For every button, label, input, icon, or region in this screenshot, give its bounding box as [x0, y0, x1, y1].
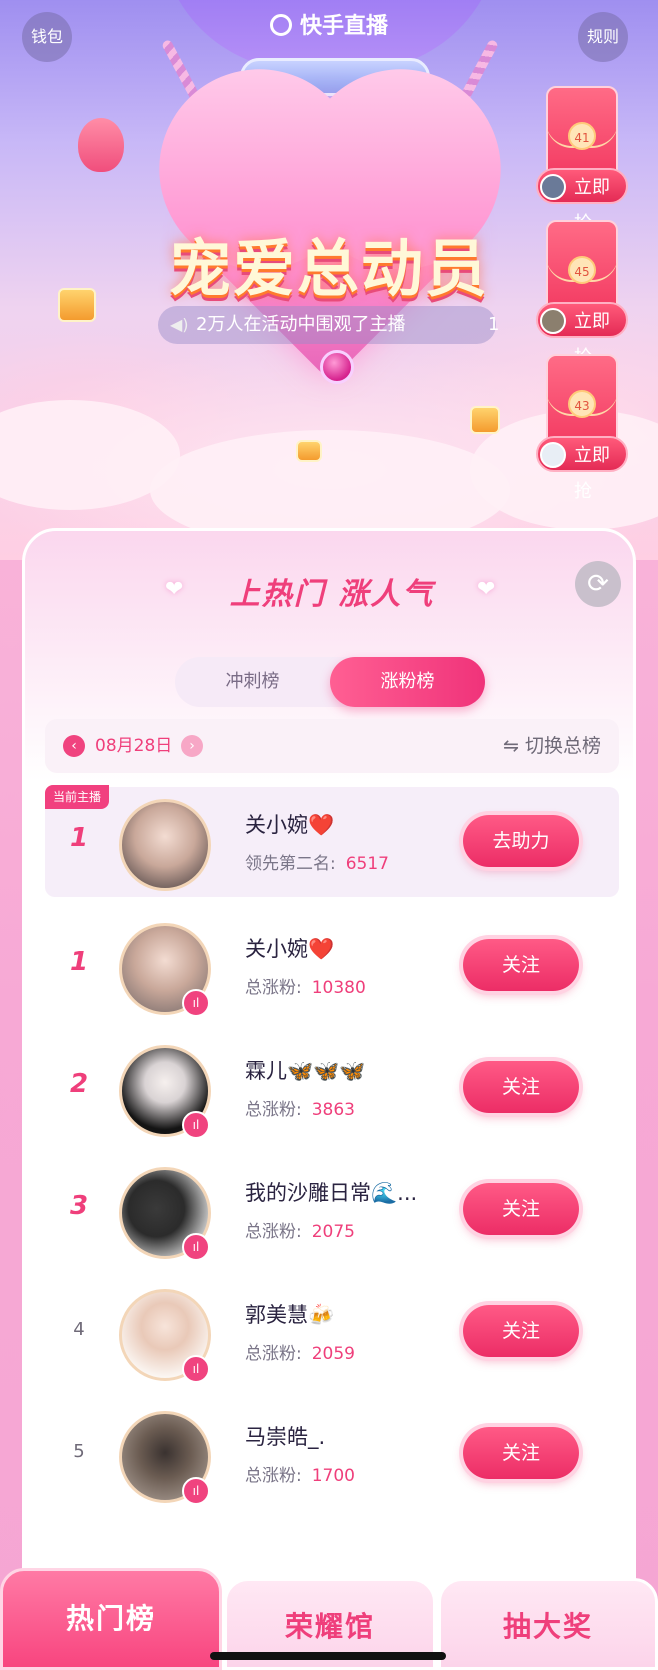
stat-label: 总涨粉:	[245, 1222, 302, 1242]
stat-value: 6517	[345, 854, 389, 874]
anchor-name: 关小婉❤️	[245, 813, 335, 837]
anchor-name: 我的沙雕日常🌊...	[245, 1181, 418, 1205]
chevron-left-icon[interactable]: ‹	[63, 735, 85, 757]
gift-decoration	[470, 406, 500, 434]
grab-button[interactable]: 立即抢	[536, 302, 628, 368]
live-indicator-icon: ıl	[182, 1111, 210, 1139]
follow-button[interactable]: 关注	[463, 1427, 579, 1479]
ticker-next-text: 1	[488, 314, 500, 335]
tab-sprint[interactable]: 冲刺榜	[175, 657, 330, 707]
support-button[interactable]: 去助力	[463, 815, 579, 867]
tab-fans-growth[interactable]: 涨粉榜	[330, 657, 485, 707]
anchor-stat: 总涨粉: 2059	[245, 1339, 355, 1364]
stat-value: 2075	[311, 1222, 355, 1242]
anchor-name: 郭美慧🍻	[245, 1303, 335, 1327]
gem-decoration	[320, 350, 354, 384]
chevron-right-icon[interactable]: ›	[181, 735, 203, 757]
red-packet-count: 43	[568, 390, 596, 418]
ticker-text: 2万人在活动中围观了主播	[196, 314, 406, 335]
red-packet-count: 41	[568, 122, 596, 150]
switch-total-board-link[interactable]: ⇋ 切换总榜	[503, 719, 601, 773]
rank-number: 3	[69, 1191, 89, 1221]
refresh-icon[interactable]: ⟳	[575, 561, 621, 607]
avatar	[540, 174, 566, 200]
list-item: 4 ıl 郭美慧🍻 总涨粉: 2059 关注	[45, 1277, 619, 1387]
kuaishou-logo-icon	[269, 14, 292, 36]
date-text: 08月28日	[95, 736, 173, 756]
anchor-name: 关小婉❤️	[245, 937, 335, 961]
avatar[interactable]	[119, 799, 211, 891]
app-title: 快手直播	[0, 8, 658, 40]
stat-value: 10380	[311, 978, 366, 998]
board-title: 上热门 涨人气	[229, 577, 435, 612]
rules-button[interactable]: 规则	[578, 12, 628, 62]
follow-button[interactable]: 关注	[463, 1061, 579, 1113]
live-indicator-icon: ıl	[182, 1233, 210, 1261]
rank-number: 5	[73, 1441, 85, 1462]
red-packet-2[interactable]: 45 立即抢	[536, 220, 628, 368]
heart-icon: ❤	[477, 577, 496, 602]
viewers-ticker: ◀) 2万人在活动中围观了主播	[158, 306, 496, 344]
grab-button[interactable]: 立即抢	[536, 168, 628, 234]
rank-number: 1	[69, 947, 89, 977]
date-selector: ‹ 08月28日 › ⇋ 切换总榜	[45, 719, 619, 773]
rank-number: 4	[73, 1319, 85, 1340]
board-tabs: 冲刺榜 涨粉榜	[175, 657, 485, 707]
avatar	[540, 442, 566, 468]
current-anchor-tag: 当前主播	[45, 785, 110, 809]
stat-label: 领先第二名:	[245, 854, 336, 874]
rank-number: 2	[69, 1069, 89, 1099]
nav-hot-board[interactable]: 热门榜	[0, 1568, 222, 1670]
anchor-stat: 总涨粉: 10380	[245, 973, 366, 998]
follow-button[interactable]: 关注	[463, 1183, 579, 1235]
red-packet-1[interactable]: 41 立即抢	[536, 86, 628, 234]
follow-button[interactable]: 关注	[463, 939, 579, 991]
list-item: 3 ıl 我的沙雕日常🌊... 总涨粉: 2075 关注	[45, 1155, 619, 1265]
anchor-stat: 领先第二名: 6517	[245, 849, 389, 874]
bottom-nav: 热门榜 荣耀馆 抽大奖	[0, 1480, 658, 1670]
small-balloon-decoration	[78, 118, 124, 172]
current-anchor-row: 当前主播 1 关小婉❤️ 领先第二名: 6517 去助力	[45, 785, 619, 897]
avatar	[540, 308, 566, 334]
app-title-text: 快手直播	[299, 14, 388, 39]
list-item: 1 ıl 关小婉❤️ 总涨粉: 10380 关注	[45, 911, 619, 1021]
stat-label: 总涨粉:	[245, 1100, 302, 1120]
nav-lucky-draw[interactable]: 抽大奖	[438, 1578, 658, 1670]
home-indicator	[210, 1652, 446, 1660]
gift-decoration	[296, 440, 322, 462]
anchor-stat: 总涨粉: 3863	[245, 1095, 355, 1120]
stat-value: 2059	[311, 1344, 355, 1364]
red-packet-3[interactable]: 43 立即抢	[536, 354, 628, 502]
list-item: 2 ıl 霖儿🦋🦋🦋 总涨粉: 3863 关注	[45, 1033, 619, 1143]
live-indicator-icon: ıl	[182, 989, 210, 1017]
rank-number: 1	[69, 823, 89, 853]
anchor-name: 马崇皓_.	[245, 1425, 326, 1449]
red-packet-count: 45	[568, 256, 596, 284]
follow-button[interactable]: 关注	[463, 1305, 579, 1357]
stat-value: 3863	[311, 1100, 355, 1120]
anchor-stat: 总涨粉: 2075	[245, 1217, 355, 1242]
anchor-name: 霖儿🦋🦋🦋	[245, 1059, 366, 1083]
speaker-icon: ◀)	[170, 315, 189, 334]
grab-button[interactable]: 立即抢	[536, 436, 628, 502]
stat-label: 总涨粉:	[245, 1344, 302, 1364]
stat-label: 总涨粉:	[245, 978, 302, 998]
live-indicator-icon: ıl	[182, 1355, 210, 1383]
